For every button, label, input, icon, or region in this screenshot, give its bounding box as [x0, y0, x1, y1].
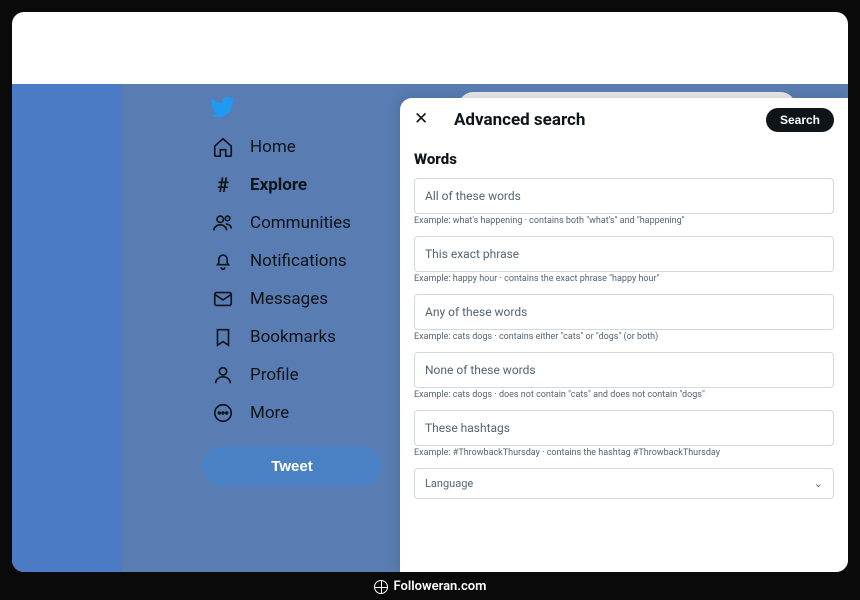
language-label: Language: [425, 477, 473, 490]
tweet-button[interactable]: Tweet: [202, 446, 382, 487]
sidebar-item-messages[interactable]: Messages: [202, 280, 402, 318]
advanced-search-modal: ✕ Advanced search Search Words All of th…: [400, 98, 848, 572]
field-exact-phrase[interactable]: This exact phrase: [414, 236, 834, 272]
field-all-words[interactable]: All of these words: [414, 178, 834, 214]
attribution-bar: Followeran.com: [0, 579, 860, 594]
home-icon: [212, 136, 234, 158]
bell-icon: [212, 250, 234, 272]
field-none-words[interactable]: None of these words: [414, 352, 834, 388]
sidebar-item-communities[interactable]: Communities: [202, 204, 402, 242]
twitter-logo-icon[interactable]: [210, 94, 236, 120]
hint-hashtags: Example: #ThrowbackThursday · contains t…: [414, 448, 834, 458]
hint-none-words: Example: cats dogs · does not contain "c…: [414, 390, 834, 400]
attribution-text: Followeran.com: [394, 579, 487, 594]
close-icon[interactable]: ✕: [414, 109, 436, 131]
envelope-icon: [212, 288, 234, 310]
hashtag-icon: #: [212, 174, 234, 196]
hint-any-words: Example: cats dogs · contains either "ca…: [414, 332, 834, 342]
sidebar-item-label: Profile: [250, 365, 299, 385]
sidebar-item-explore[interactable]: # Explore: [202, 166, 402, 204]
hint-all-words: Example: what's happening · contains bot…: [414, 216, 834, 226]
sidebar-item-label: Messages: [250, 289, 328, 309]
sidebar-item-notifications[interactable]: Notifications: [202, 242, 402, 280]
sidebar-item-label: Bookmarks: [250, 327, 336, 347]
sidebar-item-label: Explore: [250, 175, 307, 195]
language-select[interactable]: Language ⌄: [414, 468, 834, 499]
section-words: Words: [400, 142, 848, 178]
chevron-down-icon: ⌄: [814, 477, 823, 490]
more-circle-icon: [212, 402, 234, 424]
sidebar-item-home[interactable]: Home: [202, 128, 402, 166]
globe-icon: [374, 580, 388, 594]
sidebar-item-label: Home: [250, 137, 296, 157]
field-any-words[interactable]: Any of these words: [414, 294, 834, 330]
sidebar-item-profile[interactable]: Profile: [202, 356, 402, 394]
sidebar-item-bookmarks[interactable]: Bookmarks: [202, 318, 402, 356]
modal-title: Advanced search: [454, 110, 766, 130]
person-icon: [212, 364, 234, 386]
sidebar-item-label: Communities: [250, 213, 351, 233]
sidebar-item-more[interactable]: More: [202, 394, 402, 432]
device-frame: Home # Explore Communities Notifications…: [12, 12, 848, 572]
sidebar-item-label: Notifications: [250, 251, 347, 271]
search-button[interactable]: Search: [766, 108, 834, 132]
sidebar-item-label: More: [250, 403, 289, 423]
people-icon: [212, 212, 234, 234]
bookmark-icon: [212, 326, 234, 348]
field-hashtags[interactable]: These hashtags: [414, 410, 834, 446]
hint-exact-phrase: Example: happy hour · contains the exact…: [414, 274, 834, 284]
sidebar: Home # Explore Communities Notifications…: [202, 94, 402, 487]
